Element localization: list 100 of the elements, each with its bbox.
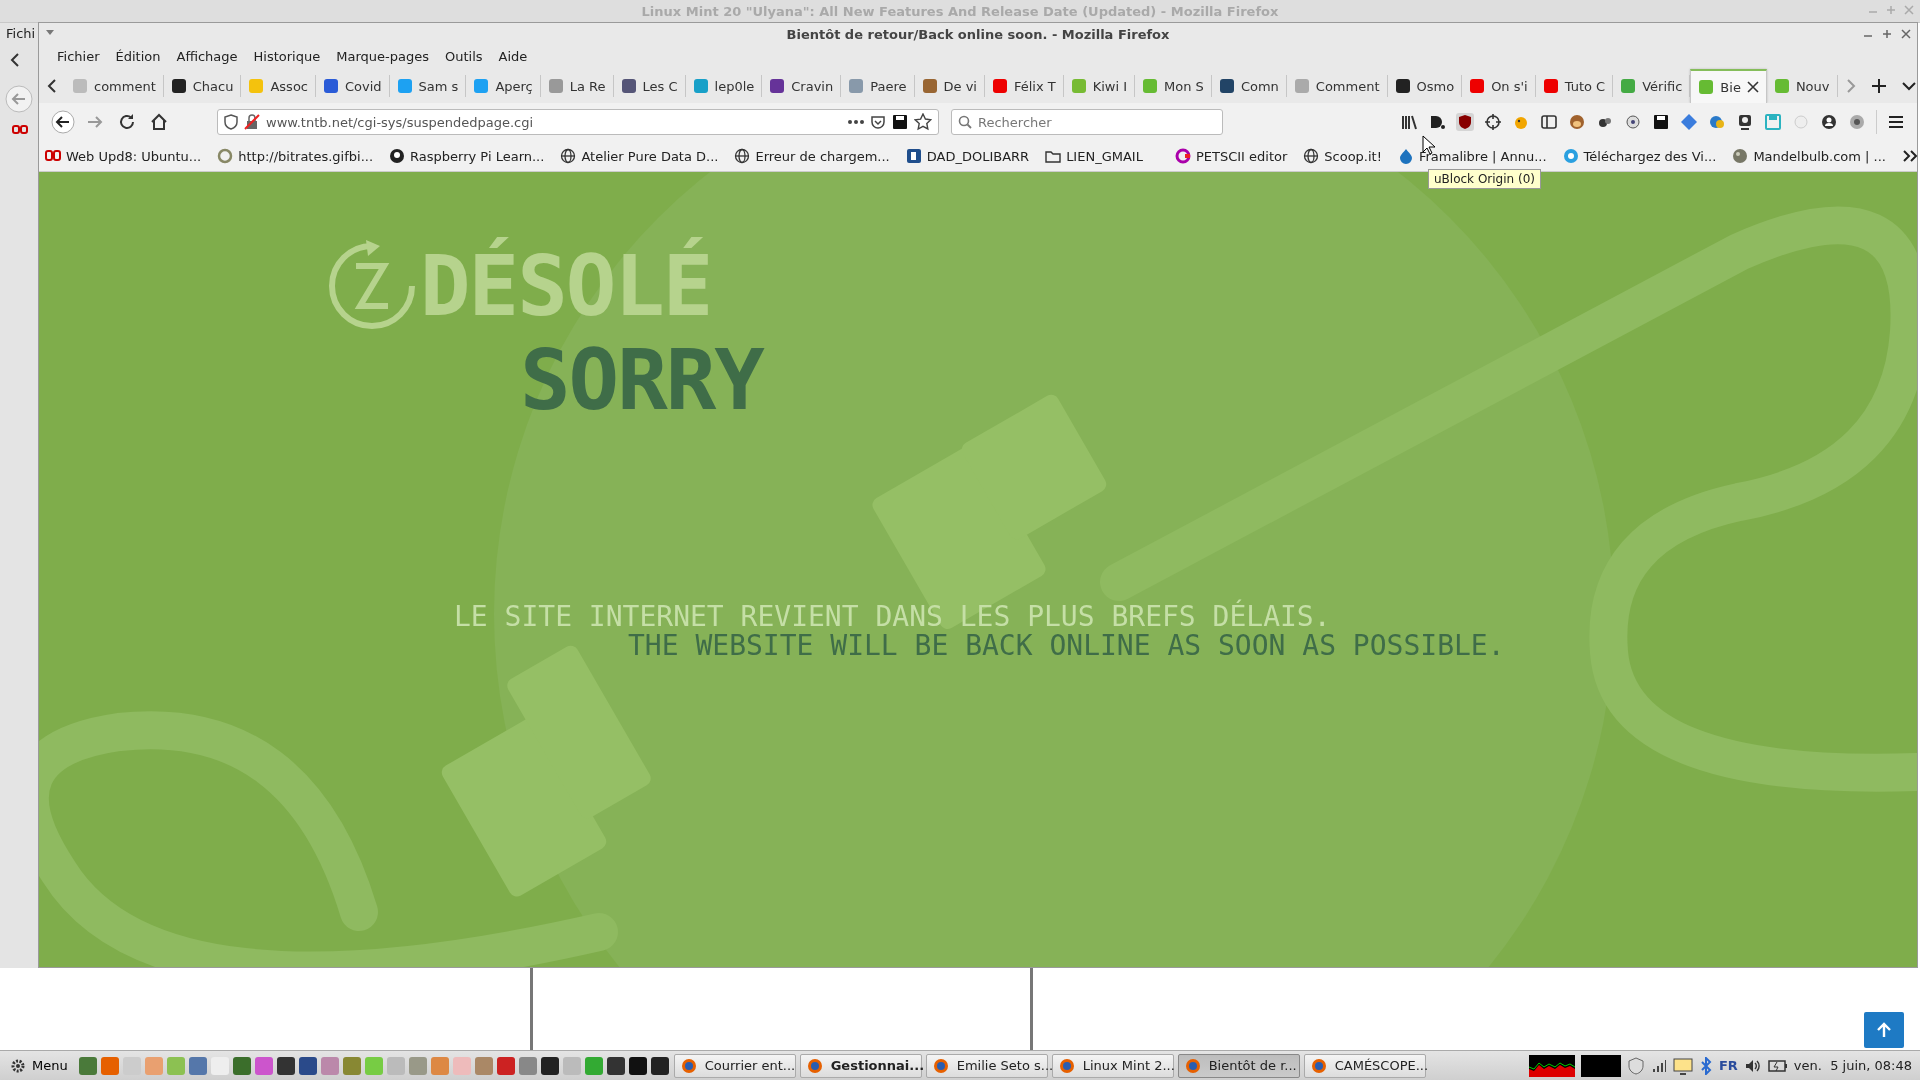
menu-item[interactable]: Historique (245, 46, 329, 66)
bookmark-link[interactable]: Atelier Pure Data D... (560, 148, 719, 164)
window-icon (680, 1057, 697, 1074)
scroll-to-top-button[interactable] (1864, 1012, 1904, 1048)
favicon-icon (396, 78, 413, 94)
signal-icon[interactable] (1650, 1057, 1667, 1074)
browser-tab[interactable]: Nouv (1766, 75, 1838, 97)
window-icon (932, 1057, 949, 1074)
extension-icon[interactable] (1428, 113, 1446, 131)
browser-tab[interactable]: On s'i (1462, 75, 1536, 97)
globe-icon (1303, 148, 1320, 164)
shield-icon[interactable] (1456, 113, 1474, 131)
favicon-icon (848, 78, 865, 94)
bookmark-link[interactable]: DAD_DOLIBARR (905, 148, 1030, 164)
browser-tab[interactable]: Assoc (241, 75, 316, 97)
keyboard-layout[interactable]: FR (1718, 1058, 1738, 1073)
bluetooth-icon[interactable] (1698, 1056, 1713, 1075)
menu-item[interactable]: Marque-pages (328, 46, 437, 66)
chevron-left-icon[interactable] (10, 53, 20, 67)
star-icon[interactable] (914, 113, 932, 131)
menu-item[interactable]: Édition (107, 46, 169, 66)
battery-icon[interactable] (1767, 1058, 1788, 1073)
search-field[interactable]: Rechercher (951, 109, 1223, 135)
browser-tab[interactable]: Sam s (389, 75, 467, 97)
app-launcher-icon[interactable] (297, 1055, 318, 1076)
app-launcher-icon[interactable] (627, 1055, 648, 1076)
browser-tab[interactable]: Cravin (762, 75, 842, 97)
chevron-left-icon[interactable] (47, 79, 57, 93)
dropdown-arrow-icon[interactable] (45, 29, 55, 37)
browser-tab[interactable]: Kiwi I (1063, 75, 1136, 97)
browser-tab[interactable]: Bie (1690, 69, 1767, 103)
bookmark-icon (1174, 148, 1191, 164)
browser-tab[interactable]: Vérific (1613, 75, 1691, 97)
crosshair-icon[interactable] (1484, 113, 1502, 131)
browser-tab[interactable]: Tuto C (1535, 75, 1614, 97)
bookmark-link[interactable]: PETSCII editor (1174, 148, 1288, 164)
bookmark-link[interactable]: Raspberry Pi Learn... (389, 148, 545, 164)
taskbar-window-button[interactable]: Linux Mint 2... (1051, 1053, 1174, 1078)
bookmark-link[interactable]: LIEN_GMAIL (1045, 148, 1143, 164)
favicon-icon (1698, 79, 1715, 95)
browser-tab[interactable]: Covid (316, 75, 390, 97)
browser-tab[interactable]: De vi (914, 75, 985, 97)
crossed-lock-icon (244, 114, 260, 130)
favicon-icon (547, 78, 564, 94)
menu-button[interactable]: Menu (4, 1052, 74, 1079)
app-launcher-icon[interactable] (605, 1055, 626, 1076)
sidebar-icon[interactable] (1540, 113, 1558, 131)
extension-icon[interactable] (1848, 113, 1866, 131)
bookmark-icon (905, 148, 922, 164)
sorry-heading: DÉSOLÉ (420, 236, 712, 337)
browser-tab[interactable]: Osmo (1387, 75, 1463, 97)
address-field[interactable]: www.tntb.net/cgi-sys/suspendedpage.cgi (217, 109, 939, 135)
plus-icon[interactable] (1871, 79, 1886, 93)
browser-tab[interactable]: Chacu (163, 75, 242, 97)
folder-icon (1045, 148, 1062, 164)
app-launcher-icon[interactable] (539, 1055, 560, 1076)
double-chevron-icon[interactable] (1901, 149, 1918, 163)
bookmark-link[interactable]: http://bitrates.gifbi... (217, 148, 374, 164)
menu-item[interactable]: Fichier (49, 46, 108, 66)
browser-tab[interactable]: Mon S (1135, 75, 1212, 97)
library-icon[interactable] (1400, 113, 1418, 131)
bookmark-link[interactable]: Erreur de chargem... (734, 148, 890, 164)
browser-tab[interactable]: Paere (841, 75, 915, 97)
menu-item[interactable]: Aide (490, 46, 536, 66)
user-icon[interactable] (1820, 113, 1838, 131)
browser-tab[interactable]: comment (65, 75, 164, 97)
favicon-icon (921, 78, 938, 94)
bookmark-link[interactable]: Web Upd8: Ubuntu... (45, 148, 202, 164)
menu-item[interactable]: Affichage (168, 46, 246, 66)
webcam-icon[interactable] (1736, 113, 1754, 131)
pocket-icon[interactable] (870, 114, 886, 130)
more-icon[interactable] (848, 119, 864, 125)
clock[interactable]: ven. 5 juin, 08:48 (1793, 1058, 1912, 1073)
taskbar-window-button[interactable]: Gestionnai... (799, 1053, 922, 1078)
shield-icon[interactable] (224, 114, 238, 130)
close-icon[interactable] (1746, 81, 1759, 93)
shield-icon[interactable] (1626, 1056, 1645, 1075)
browser-tab[interactable]: Aperç (466, 75, 541, 97)
globe-icon (560, 148, 577, 164)
monitor-icon[interactable] (1672, 1056, 1693, 1075)
bookmark-link[interactable]: Mandelbulb.com | ... (1732, 148, 1886, 164)
menu-item[interactable]: Outils (436, 46, 491, 66)
maximize-icon[interactable] (1882, 28, 1892, 40)
taskbar-window-button[interactable]: Courrier ent... (673, 1053, 796, 1078)
app-launcher-icon[interactable] (649, 1055, 670, 1076)
bookmark-link[interactable]: Framalibre | Annu... (1397, 148, 1547, 164)
app-launcher-icon[interactable] (275, 1055, 296, 1076)
taskbar-window-button[interactable]: CAMÉSCOPE... (1303, 1053, 1426, 1078)
browser-tab[interactable]: lep0le (685, 75, 763, 97)
browser-tab[interactable]: Les C (613, 75, 686, 97)
taskbar-window-button[interactable]: Bientôt de r... (1177, 1053, 1300, 1078)
chevron-down-icon[interactable] (1901, 81, 1916, 91)
browser-tab[interactable]: Comment (1286, 75, 1388, 97)
menu-item[interactable]: Fichi (6, 26, 36, 41)
browser-tab[interactable]: La Re (540, 75, 614, 97)
browser-tab[interactable]: Comn (1211, 75, 1287, 97)
browser-tab[interactable]: Félix T (984, 75, 1064, 97)
bookmark-link[interactable]: Scoop.it! (1303, 148, 1382, 164)
bookmark-link[interactable]: Téléchargez des Vi... (1562, 148, 1717, 164)
menu-icon[interactable] (1887, 114, 1905, 130)
